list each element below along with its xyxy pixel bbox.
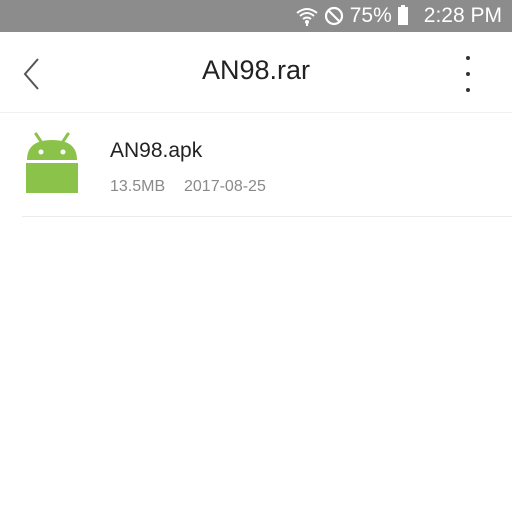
toolbar: AN98.rar	[0, 32, 512, 113]
file-date: 2017-08-25	[184, 178, 266, 195]
file-size: 13.5MB	[110, 178, 166, 195]
more-options-button[interactable]	[462, 56, 474, 92]
battery-percent: 75%	[349, 4, 392, 27]
battery-icon	[397, 5, 408, 25]
status-bar: 75% 2:28 PM	[0, 0, 512, 32]
list-item[interactable]: AN98.apk 13.5MB 2017-08-25	[22, 116, 512, 217]
android-icon	[26, 132, 78, 193]
status-time: 2:28 PM	[423, 4, 502, 27]
page-title: AN98.rar	[201, 55, 311, 85]
wifi-icon	[296, 6, 318, 26]
file-name: AN98.apk	[110, 139, 203, 162]
more-vert-icon	[466, 56, 470, 60]
do-not-disturb-icon	[324, 6, 344, 26]
